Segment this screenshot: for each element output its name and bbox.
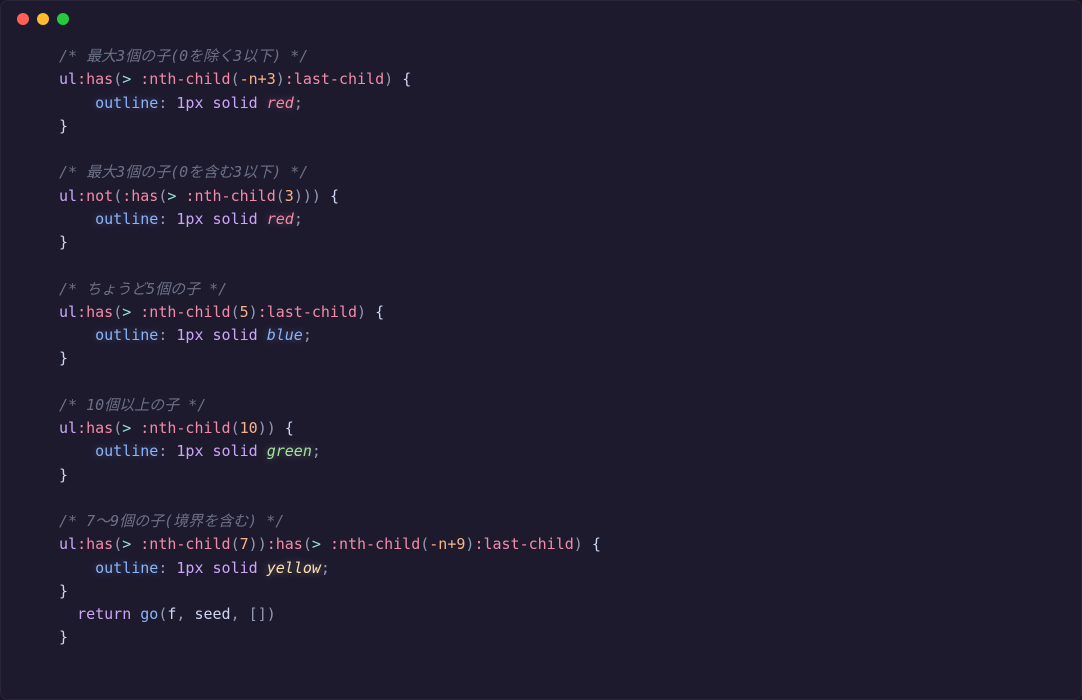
color-value: green	[267, 442, 312, 460]
blank-line	[59, 138, 1061, 161]
code-line: /* ちょうど5個の子 */	[59, 278, 1061, 301]
code-line: ul:has(> :nth-child(5):last-child) {	[59, 301, 1061, 324]
color-value: red	[267, 94, 294, 112]
color-value: red	[267, 210, 294, 228]
minimize-icon[interactable]	[37, 13, 49, 25]
comment-text: /* 10個以上の子 */	[59, 396, 206, 414]
code-line: /* 10個以上の子 */	[59, 394, 1061, 417]
code-editor[interactable]: /* 最大3個の子(0を除く3以下) */ ul:has(> :nth-chil…	[1, 37, 1081, 670]
code-line: outline: 1px solid red;	[59, 208, 1061, 231]
blank-line	[59, 371, 1061, 394]
code-line: ul:not(:has(> :nth-child(3))) {	[59, 185, 1061, 208]
code-line: }	[59, 464, 1061, 487]
code-line: ul:has(> :nth-child(7)):has(> :nth-child…	[59, 533, 1061, 556]
close-icon[interactable]	[17, 13, 29, 25]
code-line: ul:has(> :nth-child(10)) {	[59, 417, 1061, 440]
code-line: outline: 1px solid red;	[59, 92, 1061, 115]
blank-line	[59, 254, 1061, 277]
code-window: /* 最大3個の子(0を除く3以下) */ ul:has(> :nth-chil…	[0, 0, 1082, 700]
code-line: return go(f, seed, [])	[59, 603, 1061, 626]
comment-text: /* 7〜9個の子(境界を含む) */	[59, 512, 284, 530]
code-line: /* 最大3個の子(0を含む3以下) */	[59, 161, 1061, 184]
blank-line	[59, 487, 1061, 510]
code-line: /* 7〜9個の子(境界を含む) */	[59, 510, 1061, 533]
comment-text: /* 最大3個の子(0を除く3以下) */	[59, 47, 308, 65]
code-line: ul:has(> :nth-child(-n+3):last-child) {	[59, 68, 1061, 91]
maximize-icon[interactable]	[57, 13, 69, 25]
code-line: }	[59, 231, 1061, 254]
comment-text: /* 最大3個の子(0を含む3以下) */	[59, 163, 308, 181]
code-line: }	[59, 580, 1061, 603]
code-line: outline: 1px solid yellow;	[59, 557, 1061, 580]
color-value: yellow	[267, 559, 321, 577]
code-line: outline: 1px solid green;	[59, 440, 1061, 463]
comment-text: /* ちょうど5個の子 */	[59, 280, 227, 298]
code-line: }	[59, 347, 1061, 370]
code-line: }	[59, 626, 1061, 649]
color-value: blue	[267, 326, 303, 344]
code-line: }	[59, 115, 1061, 138]
code-line: /* 最大3個の子(0を除く3以下) */	[59, 45, 1061, 68]
window-titlebar	[1, 1, 1081, 37]
code-line: outline: 1px solid blue;	[59, 324, 1061, 347]
